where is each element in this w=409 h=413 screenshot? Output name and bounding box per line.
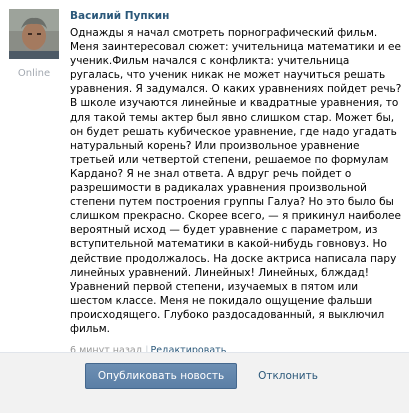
online-status: Online: [17, 68, 51, 79]
post-text: Однажды я начал смотреть порнографически…: [70, 27, 402, 335]
publish-news-button[interactable]: Опубликовать новость: [85, 363, 237, 389]
news-post: Online Василий Пупкин Однажды я начал см…: [0, 0, 409, 356]
avatar-column: Online: [9, 9, 59, 79]
avatar[interactable]: [9, 9, 59, 59]
moderation-action-bar: Опубликовать новость Отклонить: [0, 352, 409, 413]
reject-button[interactable]: Отклонить: [248, 363, 328, 389]
post-content: Василий Пупкин Однажды я начал смотреть …: [70, 8, 402, 358]
author-name-link[interactable]: Василий Пупкин: [70, 8, 402, 24]
